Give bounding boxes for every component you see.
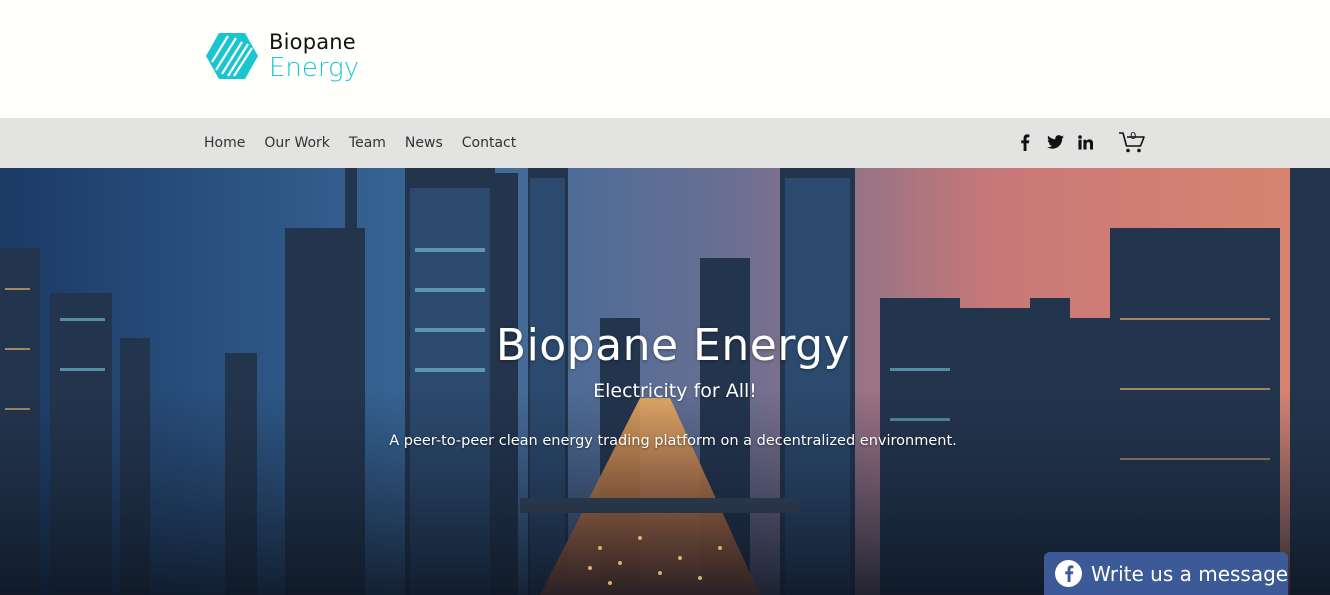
hero-subtitle: Electricity for All! xyxy=(593,380,757,402)
brand-name-line1: Biopane xyxy=(269,29,356,54)
nav-item-news[interactable]: News xyxy=(405,135,443,151)
hero-description: A peer-to-peer clean energy trading plat… xyxy=(389,433,957,449)
brand-name-line2: Energy xyxy=(269,52,360,83)
hero-section: Biopane Energy Electricity for All! A pe… xyxy=(0,168,1330,595)
hero-content: Biopane Energy Electricity for All! A pe… xyxy=(0,168,1330,595)
nav-item-team[interactable]: Team xyxy=(349,135,386,151)
logo-mark-icon xyxy=(206,33,258,79)
cart-count-badge: 0 xyxy=(1130,131,1137,142)
write-message-chat-button[interactable]: Write us a message xyxy=(1044,552,1288,595)
nav-item-our-work[interactable]: Our Work xyxy=(264,135,330,151)
nav-item-contact[interactable]: Contact xyxy=(462,135,516,151)
twitter-icon[interactable] xyxy=(1046,133,1064,151)
linkedin-icon[interactable] xyxy=(1076,133,1094,151)
cart-button[interactable]: 0 xyxy=(1118,130,1146,156)
facebook-icon[interactable] xyxy=(1016,133,1034,151)
nav-item-home[interactable]: Home xyxy=(204,135,245,151)
social-links xyxy=(1016,133,1106,151)
chat-label: Write us a message xyxy=(1091,561,1288,586)
hero-title: Biopane Energy xyxy=(495,320,851,371)
nav-links: Home Our Work Team News Contact xyxy=(204,118,535,168)
site-header: Biopane Energy xyxy=(0,0,1330,118)
facebook-icon xyxy=(1055,560,1082,587)
brand-logo[interactable]: Biopane Energy xyxy=(206,30,359,82)
